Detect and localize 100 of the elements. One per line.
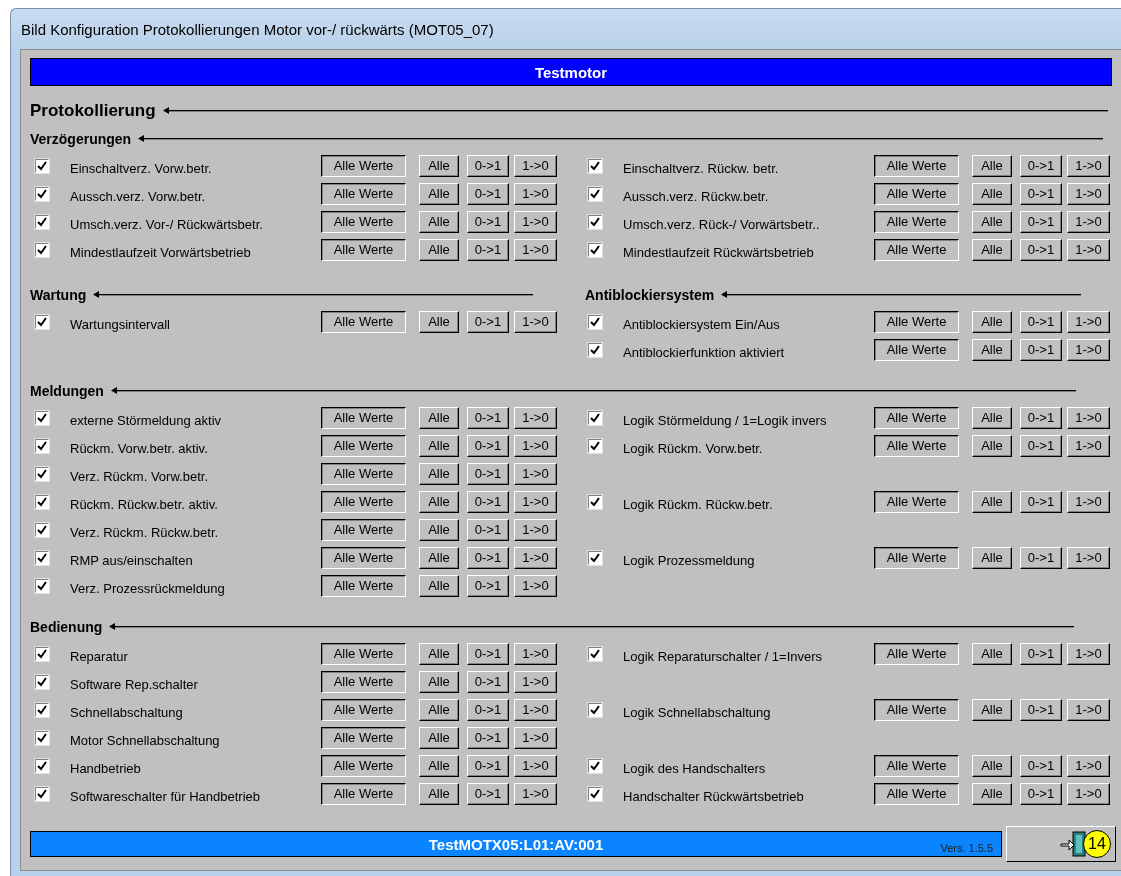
- checkbox[interactable]: [35, 159, 49, 173]
- all-values-button[interactable]: Alle Werte: [321, 239, 406, 261]
- filter-button[interactable]: 1->0: [1067, 211, 1110, 233]
- filter-button[interactable]: 1->0: [514, 211, 557, 233]
- filter-button[interactable]: 0->1: [467, 699, 509, 721]
- filter-button[interactable]: 0->1: [467, 671, 509, 693]
- filter-button[interactable]: 0->1: [1020, 699, 1062, 721]
- all-values-button[interactable]: Alle Werte: [321, 407, 406, 429]
- checkbox[interactable]: [35, 315, 49, 329]
- checkbox[interactable]: [588, 411, 602, 425]
- checkbox[interactable]: [35, 675, 49, 689]
- all-values-button[interactable]: Alle Werte: [874, 643, 959, 665]
- all-values-button[interactable]: Alle Werte: [874, 491, 959, 513]
- filter-button[interactable]: Alle: [972, 435, 1012, 457]
- filter-button[interactable]: Alle: [419, 155, 459, 177]
- all-values-button[interactable]: Alle Werte: [321, 699, 406, 721]
- filter-button[interactable]: 1->0: [514, 519, 557, 541]
- filter-button[interactable]: Alle: [419, 519, 459, 541]
- filter-button[interactable]: 1->0: [514, 407, 557, 429]
- filter-button[interactable]: Alle: [419, 463, 459, 485]
- filter-button[interactable]: Alle: [419, 311, 459, 333]
- checkbox[interactable]: [35, 467, 49, 481]
- filter-button[interactable]: 0->1: [1020, 755, 1062, 777]
- filter-button[interactable]: 1->0: [514, 783, 557, 805]
- filter-button[interactable]: 0->1: [467, 407, 509, 429]
- filter-button[interactable]: Alle: [972, 183, 1012, 205]
- filter-button[interactable]: 0->1: [467, 575, 509, 597]
- filter-button[interactable]: 0->1: [1020, 435, 1062, 457]
- checkbox[interactable]: [35, 703, 49, 717]
- all-values-button[interactable]: Alle Werte: [321, 727, 406, 749]
- filter-button[interactable]: 1->0: [514, 463, 557, 485]
- filter-button[interactable]: 1->0: [1067, 755, 1110, 777]
- checkbox[interactable]: [588, 495, 602, 509]
- filter-button[interactable]: 1->0: [514, 755, 557, 777]
- filter-button[interactable]: Alle: [419, 239, 459, 261]
- checkbox[interactable]: [35, 495, 49, 509]
- all-values-button[interactable]: Alle Werte: [321, 783, 406, 805]
- filter-button[interactable]: 1->0: [514, 727, 557, 749]
- filter-button[interactable]: Alle: [419, 671, 459, 693]
- all-values-button[interactable]: Alle Werte: [874, 155, 959, 177]
- filter-button[interactable]: 1->0: [1067, 783, 1110, 805]
- filter-button[interactable]: Alle: [972, 755, 1012, 777]
- exit-button[interactable]: 14: [1006, 826, 1116, 862]
- filter-button[interactable]: 1->0: [514, 239, 557, 261]
- filter-button[interactable]: 1->0: [1067, 339, 1110, 361]
- all-values-button[interactable]: Alle Werte: [874, 339, 959, 361]
- all-values-button[interactable]: Alle Werte: [874, 407, 959, 429]
- filter-button[interactable]: 0->1: [467, 783, 509, 805]
- filter-button[interactable]: Alle: [972, 547, 1012, 569]
- filter-button[interactable]: 1->0: [514, 435, 557, 457]
- checkbox[interactable]: [588, 187, 602, 201]
- filter-button[interactable]: Alle: [419, 407, 459, 429]
- all-values-button[interactable]: Alle Werte: [321, 491, 406, 513]
- filter-button[interactable]: Alle: [419, 643, 459, 665]
- filter-button[interactable]: 0->1: [467, 435, 509, 457]
- all-values-button[interactable]: Alle Werte: [321, 211, 406, 233]
- filter-button[interactable]: 0->1: [1020, 407, 1062, 429]
- filter-button[interactable]: 0->1: [467, 463, 509, 485]
- filter-button[interactable]: 1->0: [1067, 547, 1110, 569]
- all-values-button[interactable]: Alle Werte: [321, 547, 406, 569]
- all-values-button[interactable]: Alle Werte: [874, 239, 959, 261]
- filter-button[interactable]: 0->1: [1020, 491, 1062, 513]
- filter-button[interactable]: 1->0: [514, 575, 557, 597]
- filter-button[interactable]: 0->1: [467, 519, 509, 541]
- filter-button[interactable]: 0->1: [467, 183, 509, 205]
- all-values-button[interactable]: Alle Werte: [874, 755, 959, 777]
- all-values-button[interactable]: Alle Werte: [874, 183, 959, 205]
- all-values-button[interactable]: Alle Werte: [321, 155, 406, 177]
- filter-button[interactable]: 1->0: [514, 311, 557, 333]
- all-values-button[interactable]: Alle Werte: [321, 755, 406, 777]
- filter-button[interactable]: Alle: [972, 339, 1012, 361]
- filter-button[interactable]: 1->0: [514, 699, 557, 721]
- filter-button[interactable]: 1->0: [514, 183, 557, 205]
- all-values-button[interactable]: Alle Werte: [321, 575, 406, 597]
- all-values-button[interactable]: Alle Werte: [321, 643, 406, 665]
- filter-button[interactable]: 1->0: [514, 155, 557, 177]
- filter-button[interactable]: 0->1: [1020, 155, 1062, 177]
- filter-button[interactable]: 1->0: [1067, 435, 1110, 457]
- filter-button[interactable]: Alle: [972, 699, 1012, 721]
- filter-button[interactable]: 0->1: [1020, 547, 1062, 569]
- filter-button[interactable]: 0->1: [1020, 643, 1062, 665]
- checkbox[interactable]: [588, 315, 602, 329]
- all-values-button[interactable]: Alle Werte: [874, 311, 959, 333]
- filter-button[interactable]: Alle: [419, 699, 459, 721]
- checkbox[interactable]: [588, 243, 602, 257]
- all-values-button[interactable]: Alle Werte: [874, 699, 959, 721]
- checkbox[interactable]: [35, 187, 49, 201]
- filter-button[interactable]: Alle: [972, 643, 1012, 665]
- filter-button[interactable]: 1->0: [1067, 183, 1110, 205]
- filter-button[interactable]: 1->0: [514, 671, 557, 693]
- filter-button[interactable]: 1->0: [1067, 155, 1110, 177]
- filter-button[interactable]: Alle: [419, 547, 459, 569]
- checkbox[interactable]: [35, 215, 49, 229]
- filter-button[interactable]: Alle: [972, 783, 1012, 805]
- checkbox[interactable]: [588, 759, 602, 773]
- filter-button[interactable]: 1->0: [1067, 239, 1110, 261]
- checkbox[interactable]: [588, 159, 602, 173]
- filter-button[interactable]: 0->1: [467, 727, 509, 749]
- all-values-button[interactable]: Alle Werte: [321, 671, 406, 693]
- filter-button[interactable]: Alle: [419, 491, 459, 513]
